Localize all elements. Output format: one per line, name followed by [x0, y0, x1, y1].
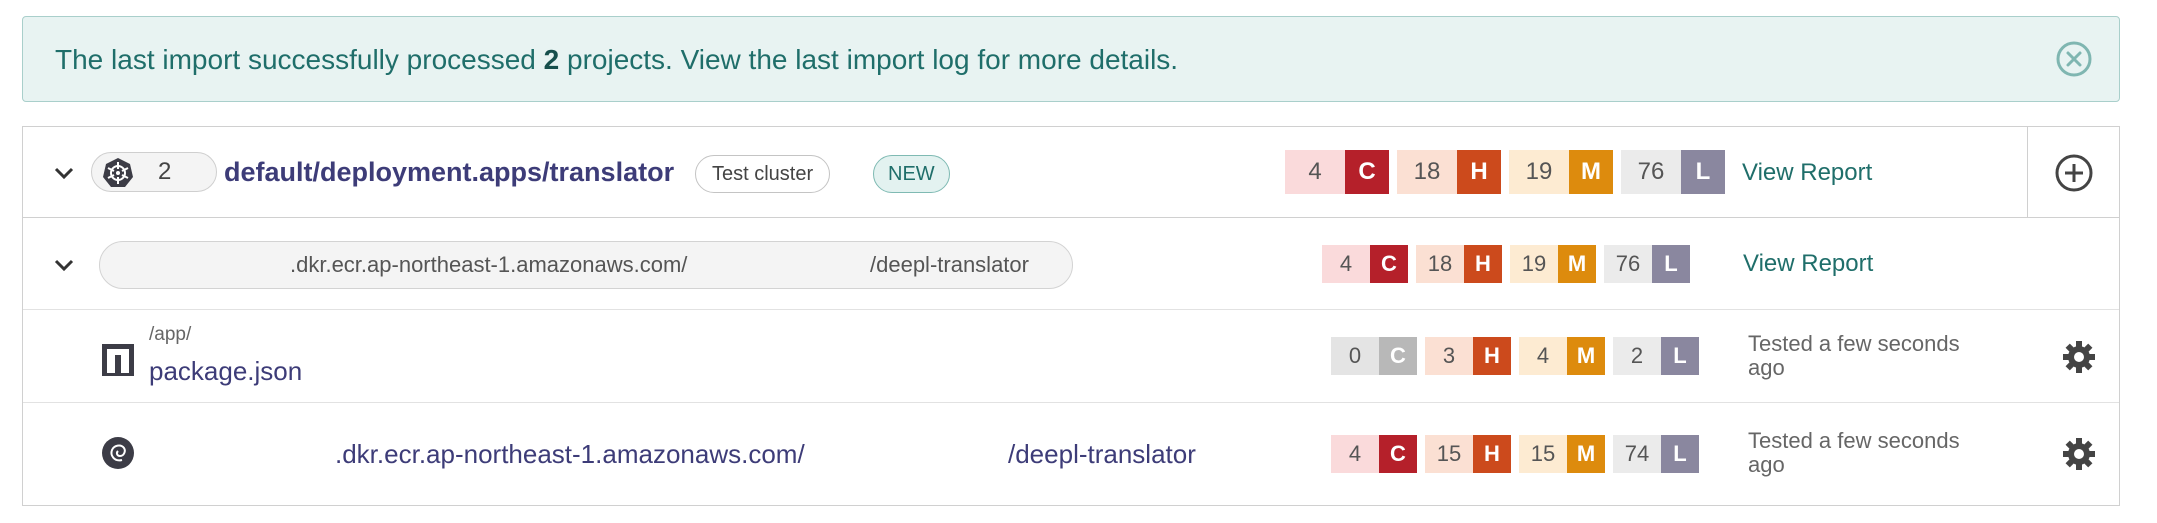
critical-label: C: [1370, 245, 1408, 283]
project-panel: 2 default/deployment.apps/translator Tes…: [22, 126, 2120, 506]
high-count: 18: [1416, 245, 1464, 283]
medium-label: M: [1569, 150, 1613, 194]
banner-text-end: for more details.: [969, 44, 1179, 75]
medium-count: 19: [1510, 245, 1558, 283]
kubernetes-icon: [102, 157, 134, 189]
view-report-link[interactable]: View Report: [1743, 250, 1873, 278]
target-name[interactable]: package.json: [149, 356, 302, 387]
high-label: H: [1473, 435, 1511, 473]
tested-timestamp: Tested a few seconds ago: [1748, 428, 1960, 477]
high-label: H: [1473, 337, 1511, 375]
npm-icon: [101, 343, 135, 377]
gear-icon[interactable]: [2061, 339, 2097, 375]
banner-text-start: The last import successfully processed: [55, 44, 544, 75]
tested-timestamp: Tested a few seconds ago: [1748, 331, 1960, 380]
medium-count: 19: [1509, 150, 1569, 194]
low-label: L: [1652, 245, 1690, 283]
critical-count: 4: [1322, 245, 1370, 283]
image-row: .dkr.ecr.ap-northeast-1.amazonaws.com/ /…: [23, 218, 2119, 310]
cluster-tag: Test cluster: [695, 155, 831, 193]
low-label: L: [1661, 435, 1699, 473]
target-name-part2[interactable]: /deepl-translator: [1008, 403, 1196, 505]
critical-count: 0: [1331, 337, 1379, 375]
critical-count: 4: [1285, 150, 1345, 194]
high-label: H: [1457, 150, 1501, 194]
high-label: H: [1464, 245, 1502, 283]
add-target-column: [2027, 127, 2119, 218]
high-count: 15: [1425, 435, 1473, 473]
chevron-down-icon[interactable]: [53, 258, 75, 272]
banner-count: 2: [543, 44, 560, 75]
medium-label: M: [1558, 245, 1596, 283]
target-name-part1[interactable]: .dkr.ecr.ap-northeast-1.amazonaws.com/: [335, 403, 805, 505]
low-label: L: [1681, 150, 1725, 194]
image-path-part2: /deepl-translator: [870, 252, 1029, 277]
low-count: 76: [1604, 245, 1652, 283]
image-path-part1: .dkr.ecr.ap-northeast-1.amazonaws.com/: [290, 252, 688, 277]
medium-label: M: [1567, 435, 1605, 473]
project-title[interactable]: default/deployment.apps/translator: [224, 127, 674, 218]
target-row: /app/ package.json 0C 3H 4M 2L Tested a …: [23, 310, 2119, 403]
critical-label: C: [1379, 337, 1417, 375]
medium-count: 15: [1519, 435, 1567, 473]
add-circle-icon[interactable]: [2054, 153, 2094, 193]
import-banner: The last import successfully processed 2…: [22, 16, 2120, 102]
project-header-row: 2 default/deployment.apps/translator Tes…: [23, 127, 2119, 218]
high-count: 18: [1397, 150, 1457, 194]
target-path: /app/: [149, 324, 192, 345]
low-count: 76: [1621, 150, 1681, 194]
target-severity-counts: 4C 15 H 15 M 74 L: [1331, 435, 1707, 473]
banner-message: The last import successfully processed 2…: [55, 17, 1178, 103]
severity-counts: 4C 18 H 19 M 76 L: [1285, 150, 1733, 194]
view-report-link[interactable]: View Report: [1742, 159, 1872, 187]
kubernetes-badge: 2: [91, 152, 217, 192]
kubernetes-count: 2: [158, 158, 172, 185]
close-circle-icon[interactable]: [2055, 40, 2093, 78]
image-severity-counts: 4C 18 H 19 M 76 L: [1322, 245, 1698, 283]
low-count: 74: [1613, 435, 1661, 473]
low-label: L: [1661, 337, 1699, 375]
critical-label: C: [1379, 435, 1417, 473]
critical-label: C: [1345, 150, 1389, 194]
medium-label: M: [1567, 337, 1605, 375]
new-tag: NEW: [873, 155, 950, 193]
image-path-pill: .dkr.ecr.ap-northeast-1.amazonaws.com/ /…: [99, 241, 1073, 289]
debian-icon: [101, 436, 135, 470]
banner-text-middle: projects. View the: [559, 44, 796, 75]
import-log-link[interactable]: last import log: [795, 44, 969, 75]
target-severity-counts: 0C 3H 4M 2L: [1331, 337, 1707, 375]
high-count: 3: [1425, 337, 1473, 375]
medium-count: 4: [1519, 337, 1567, 375]
target-row: .dkr.ecr.ap-northeast-1.amazonaws.com/ /…: [23, 403, 2119, 505]
low-count: 2: [1613, 337, 1661, 375]
gear-icon[interactable]: [2061, 436, 2097, 472]
chevron-down-icon[interactable]: [53, 166, 75, 180]
critical-count: 4: [1331, 435, 1379, 473]
